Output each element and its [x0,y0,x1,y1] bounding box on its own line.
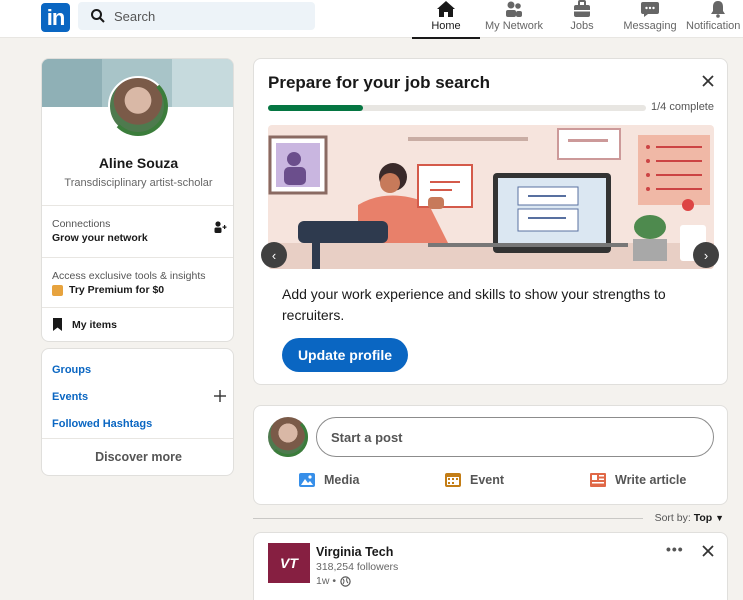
progress-fill [268,105,363,111]
nav-my-network[interactable]: My Network [482,0,546,38]
search-box[interactable] [78,2,315,30]
job-search-card: Prepare for your job search 1/4 complete [253,58,728,385]
home-icon [437,1,455,17]
sort-label: Sort by: [654,512,691,524]
my-items-label: My items [72,318,117,331]
media-button[interactable]: Media [298,472,359,488]
divider [253,518,643,519]
caret-down-icon: ▼ [715,513,724,523]
add-connection-icon [214,221,227,233]
illustration-art [268,128,714,269]
nav-jobs[interactable]: Jobs [560,0,604,38]
nav-notifications[interactable]: Notification [686,0,743,38]
events-link[interactable]: Events [52,391,88,403]
chevron-right-icon: › [703,247,709,263]
search-icon [91,9,105,23]
sort-value: Top [693,512,713,524]
write-article-label: Write article [615,473,687,487]
job-card-title: Prepare for your job search [268,73,491,92]
close-icon[interactable] [701,74,715,88]
calendar-icon [445,473,461,487]
profile-name[interactable]: Aline Souza [42,155,233,171]
search-input[interactable] [114,8,294,24]
profile-card: Aline Souza Transdisciplinary artist-sch… [41,58,234,342]
open-to-work-ring [268,417,308,457]
premium-upsell[interactable]: Access exclusive tools & insights Try Pr… [52,270,227,296]
plus-icon[interactable] [214,390,226,402]
community-card: Groups Events Followed Hashtags Discover… [41,348,234,476]
discover-more-button[interactable]: Discover more [42,450,233,464]
divider [42,257,233,258]
premium-cta[interactable]: Try Premium for $0 [69,284,164,296]
groups-link[interactable]: Groups [52,364,91,376]
globe-icon [340,575,351,587]
top-nav-bar: in Home My Network Jobs Messaging Notifi… [0,0,743,39]
sort-bar: Sort by: Top ▼ [253,512,728,526]
nav-messaging[interactable]: Messaging [620,0,680,38]
hashtags-link[interactable]: Followed Hashtags [52,418,152,430]
update-profile-button[interactable]: Update profile [282,338,408,372]
event-button[interactable]: Event [444,472,504,488]
nav-messaging-label: Messaging [623,20,677,32]
org-name[interactable]: Virginia Tech [316,545,393,559]
divider [42,307,233,308]
grow-network-label: Grow your network [52,232,148,244]
chevron-left-icon: ‹ [271,247,277,263]
progress-text: 1/4 complete [651,101,714,113]
carousel-next-button[interactable]: › [693,242,719,268]
nav-my-network-label: My Network [484,20,544,32]
job-card-description: Add your work experience and skills to s… [282,286,666,323]
start-post-button[interactable]: Start a post [316,417,714,457]
bookmark-icon [53,318,62,331]
network-icon [506,1,522,17]
messaging-icon [641,2,659,17]
connections-label: Connections [52,218,111,230]
nav-home[interactable]: Home [412,0,480,39]
event-label: Event [470,473,505,487]
nav-notifications-label: Notification [686,20,741,32]
briefcase-icon [574,0,590,17]
nav-jobs-label: Jobs [570,20,594,32]
carousel-prev-button[interactable]: ‹ [261,242,287,268]
progress-bar [268,105,646,111]
media-label: Media [324,473,360,487]
post-time: 1w • [316,575,337,587]
write-article-button[interactable]: Write article [589,472,686,488]
feed-post: VT Virginia Tech 318,254 followers 1w • … [253,532,728,600]
more-options-icon[interactable]: ••• [666,541,684,557]
close-icon[interactable] [701,544,715,558]
nav-home-label: Home [431,20,461,32]
premium-text: Access exclusive tools & insights [52,270,206,282]
linkedin-logo[interactable]: in [41,3,70,32]
post-meta: 1w • [316,575,351,587]
connections-row[interactable]: Connections Grow your network [52,218,227,248]
org-logo[interactable]: VT [268,543,310,583]
divider [42,438,233,439]
sort-dropdown[interactable]: Sort by: Top ▼ [655,512,724,524]
divider [42,205,233,206]
article-icon [590,473,606,487]
bell-icon [711,1,725,18]
my-items-row[interactable]: My items [52,318,117,331]
share-box: Start a post Media Event Write article [253,405,728,505]
premium-icon [52,284,63,296]
photo-icon [299,473,315,487]
open-to-work-ring [108,76,168,136]
follower-count: 318,254 followers [316,561,399,573]
profile-tagline: Transdisciplinary artist-scholar [64,177,213,189]
job-search-illustration [268,125,714,269]
